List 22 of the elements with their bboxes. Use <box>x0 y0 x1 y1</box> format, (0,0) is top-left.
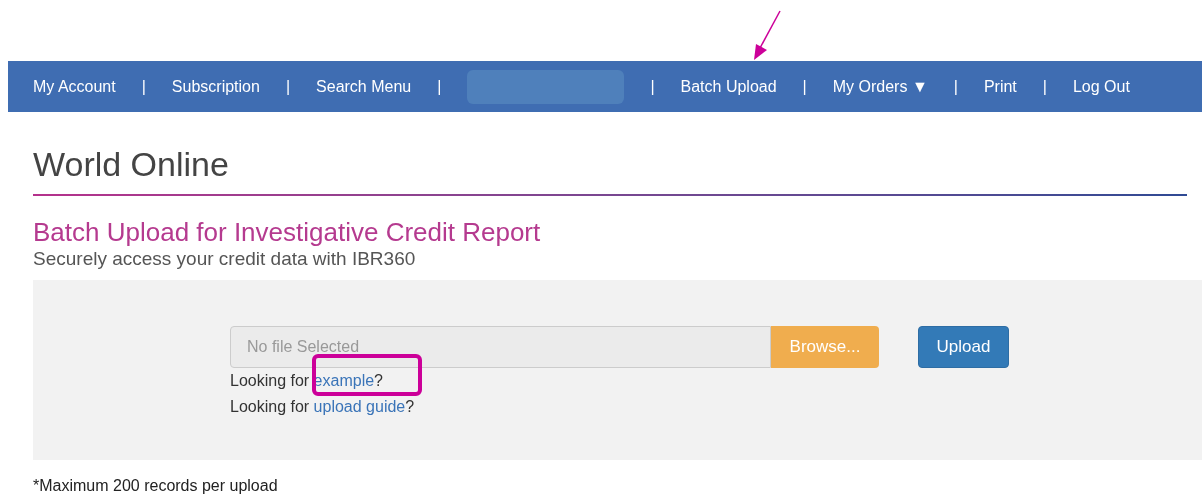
nav-link[interactable]: Log Out <box>1072 74 1130 99</box>
nav-separator: | <box>285 76 291 97</box>
nav-link[interactable]: Print <box>983 74 1017 99</box>
nav-separator: | <box>141 76 146 97</box>
upload-button[interactable]: Upload <box>918 326 1009 368</box>
nav-dropdown[interactable]: My Orders ▼ <box>832 74 928 99</box>
nav-link[interactable]: My Account <box>33 74 116 99</box>
nav-link[interactable]: Search Menu <box>316 74 412 99</box>
section-subtitle: Securely access your credit data with IBR360 <box>33 248 417 270</box>
section-title: Batch Upload for Investigative Credit Report <box>33 216 542 248</box>
help-link[interactable]: upload guide <box>313 398 406 415</box>
nav-separator: | <box>953 76 958 97</box>
nav-separator: | <box>650 76 655 97</box>
nav-separator: | <box>802 76 807 97</box>
page-title: World Online <box>33 144 230 184</box>
file-input-field[interactable]: No file Selected <box>230 326 771 368</box>
footnote: *Maximum 200 records per upload <box>33 476 279 496</box>
nav-link[interactable]: Batch Upload <box>680 74 777 99</box>
help-text: Looking for upload guide? <box>230 397 416 417</box>
nav-separator: | <box>1042 76 1047 97</box>
nav-separator: | <box>437 76 442 97</box>
nav-link[interactable]: Subscription <box>171 74 260 99</box>
